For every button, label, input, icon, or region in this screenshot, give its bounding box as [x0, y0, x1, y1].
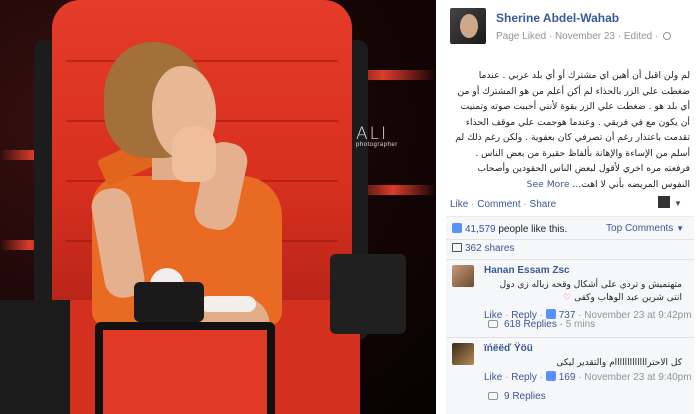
view-replies-link[interactable]: 618 Replies · 5 mins — [488, 319, 595, 330]
chair-stand-left — [0, 300, 70, 414]
thumbs-up-icon — [545, 309, 556, 319]
page-avatar[interactable] — [450, 8, 486, 44]
page-liked-status[interactable]: Page Liked — [496, 31, 546, 42]
comment-meta: Like · Reply · 169 · November 23 at 9:40… — [484, 371, 692, 383]
white-shoe — [200, 296, 256, 312]
viewer-avatar[interactable] — [658, 196, 670, 208]
watermark-sub: photographer — [356, 142, 398, 148]
post-body: لم ولن اقبل أن أهين اي مشترك أو أي بلد ع… — [450, 68, 690, 192]
comment-time[interactable]: November 23 at 9:42pm — [584, 310, 691, 321]
shares-count[interactable]: 362 shares — [465, 243, 514, 254]
like-action[interactable]: Like — [450, 199, 468, 210]
chair-front-panel — [95, 322, 275, 414]
page-name-link[interactable]: Sherine Abdel-Wahab — [496, 11, 619, 25]
chair-panel-top — [134, 282, 204, 322]
comment-likes-count[interactable]: 169 — [559, 372, 576, 383]
post-meta: Page Liked · November 23 · Edited · — [496, 31, 672, 42]
chair-stand-right — [330, 254, 406, 334]
shares-row: 362 shares — [452, 243, 690, 254]
commenter-name[interactable]: ïńëëď Ÿöü — [484, 343, 533, 354]
comment-time[interactable]: November 23 at 9:40pm — [584, 372, 691, 383]
likes-count[interactable]: 41,579 — [465, 224, 496, 235]
chevron-down-icon: ▼ — [676, 224, 684, 233]
commenter-name[interactable]: Hanan Essam Zsc — [484, 265, 570, 276]
share-icon — [452, 243, 462, 252]
chevron-down-icon[interactable]: ▼ — [674, 199, 682, 208]
comment-text: كل الاحترااااااااااااام والتقدير ليكى — [556, 358, 682, 368]
reply-arrow-icon — [488, 320, 498, 328]
heart-icon: ♡ — [563, 293, 572, 303]
see-more-link[interactable]: See More — [527, 179, 570, 190]
photographer-watermark: ALI photographer — [356, 124, 398, 148]
comment-text: متهتميش و تردي على أشكال وقحه زباله زى د… — [499, 280, 682, 303]
commenter-avatar[interactable] — [452, 343, 474, 365]
reply-arrow-icon — [488, 392, 498, 400]
thumbs-up-icon — [452, 223, 462, 233]
post-date[interactable]: November 23 — [555, 31, 615, 42]
edited-label[interactable]: Edited · — [624, 31, 658, 42]
post-photo[interactable]: ALI photographer — [0, 0, 436, 414]
comment-like-link[interactable]: Like — [484, 372, 502, 383]
post-header: Sherine Abdel-Wahab Page Liked · Novembe… — [450, 8, 694, 48]
comment-reply-link[interactable]: Reply — [511, 372, 537, 383]
view-replies-link[interactable]: 9 Replies — [488, 391, 546, 402]
clasped-hands — [172, 126, 216, 182]
comment-action[interactable]: Comment — [477, 199, 520, 210]
comment-item: Hanan Essam Zsc متهتميش و تردي على أشكال… — [452, 265, 692, 343]
commenter-avatar[interactable] — [452, 265, 474, 287]
likes-suffix: people like this. — [498, 224, 568, 235]
post-actions: Like · Comment · Share — [450, 199, 557, 210]
post-body-text: لم ولن اقبل أن أهين اي مشترك أو أي بلد ع… — [455, 70, 690, 190]
top-comments-dropdown[interactable]: Top Comments ▼ — [606, 223, 684, 234]
globe-icon — [663, 32, 672, 40]
share-action[interactable]: Share — [530, 199, 557, 210]
feedback-section: 41,579 people like this. Top Comments ▼ … — [446, 216, 694, 414]
thumbs-up-icon — [545, 371, 556, 381]
facebook-post-panel: Sherine Abdel-Wahab Page Liked · Novembe… — [436, 0, 700, 414]
watermark-main: ALI — [356, 124, 389, 144]
